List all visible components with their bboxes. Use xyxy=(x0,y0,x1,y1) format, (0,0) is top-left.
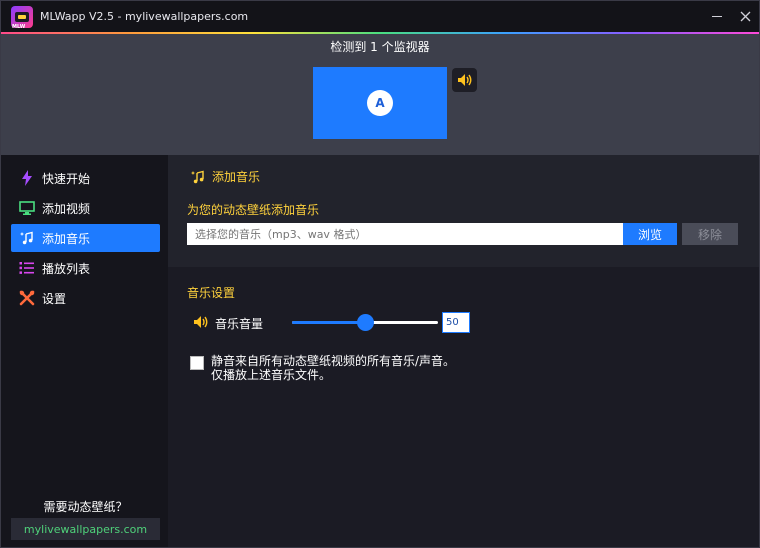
minimize-icon xyxy=(712,15,722,17)
mute-checkbox[interactable] xyxy=(190,356,204,370)
monitor-count-text: 检测到 1 个监视器 xyxy=(330,40,430,54)
sidebar-item-add-music[interactable]: 添加音乐 xyxy=(11,224,160,252)
section-header: 添加音乐 xyxy=(190,168,260,185)
volume-slider[interactable] xyxy=(292,313,438,331)
add-music-heading: 为您的动态壁纸添加音乐 xyxy=(187,203,320,217)
logo-tag: MLW xyxy=(12,24,26,30)
monitor-volume-button[interactable] xyxy=(452,68,477,92)
list-icon xyxy=(18,259,36,277)
close-button[interactable] xyxy=(734,5,756,27)
browse-button[interactable]: 浏览 xyxy=(623,223,677,245)
minimize-button[interactable] xyxy=(706,5,728,27)
tools-icon xyxy=(18,289,36,307)
add-music-panel: 添加音乐 为您的动态壁纸添加音乐 浏览 移除 xyxy=(168,155,759,267)
sidebar: 快速开始 添加视频 添加音乐 播放列表 设置 需要动态壁纸？ mylivewal… xyxy=(1,155,168,547)
lightning-icon xyxy=(18,169,36,187)
section-title: 添加音乐 xyxy=(212,170,261,184)
mute-line-1: 静音来自所有动态壁纸视频的所有音乐/声音。 xyxy=(211,354,456,368)
sidebar-item-label: 设置 xyxy=(42,291,67,306)
music-sparkle-icon xyxy=(191,170,204,183)
sidebar-item-quick-start[interactable]: 快速开始 xyxy=(11,164,160,192)
music-file-input[interactable] xyxy=(187,223,623,245)
title-bar: MLW MLWapp V2.5 - mylivewallpapers.com xyxy=(1,1,759,32)
app-logo: MLW xyxy=(11,6,33,30)
volume-value-field[interactable]: 50 xyxy=(442,312,470,333)
sidebar-item-playlist[interactable]: 播放列表 xyxy=(11,254,160,282)
close-icon xyxy=(740,11,750,21)
mute-description: 静音来自所有动态壁纸视频的所有音乐/声音。 仅播放上述音乐文件。 xyxy=(211,354,455,382)
sidebar-item-add-video[interactable]: 添加视频 xyxy=(11,194,160,222)
app-window: MLW MLWapp V2.5 - mylivewallpapers.com 检… xyxy=(0,0,760,548)
sidebar-item-label: 添加视频 xyxy=(42,201,91,216)
monitor-letter: A xyxy=(367,90,393,116)
sidebar-item-label: 快速开始 xyxy=(42,171,91,186)
remove-button[interactable]: 移除 xyxy=(682,223,738,245)
sidebar-item-label: 播放列表 xyxy=(42,261,91,276)
speaker-icon xyxy=(194,316,208,328)
website-link-button[interactable]: mylivewallpapers.com xyxy=(11,518,160,540)
sidebar-item-label: 添加音乐 xyxy=(42,231,91,246)
window-title: MLWapp V2.5 - mylivewallpapers.com xyxy=(40,10,249,23)
speaker-icon xyxy=(457,74,471,86)
monitor-a[interactable]: A xyxy=(313,67,447,139)
music-settings-panel: 音乐设置 音乐音量 50 静音来自所有动态壁纸视频的所有音乐/声音。 仅播放上述… xyxy=(168,267,759,547)
monitor-icon xyxy=(18,199,36,217)
slider-thumb[interactable] xyxy=(357,314,374,331)
volume-label: 音乐音量 xyxy=(215,317,264,331)
sidebar-item-settings[interactable]: 设置 xyxy=(11,284,160,312)
slider-fill xyxy=(292,321,365,324)
music-sparkle-icon xyxy=(18,229,36,247)
mute-line-2: 仅播放上述音乐文件。 xyxy=(211,368,332,382)
music-settings-heading: 音乐设置 xyxy=(187,286,236,300)
promo-text: 需要动态壁纸？ xyxy=(43,500,128,514)
monitor-panel: 检测到 1 个监视器 A xyxy=(1,34,759,155)
